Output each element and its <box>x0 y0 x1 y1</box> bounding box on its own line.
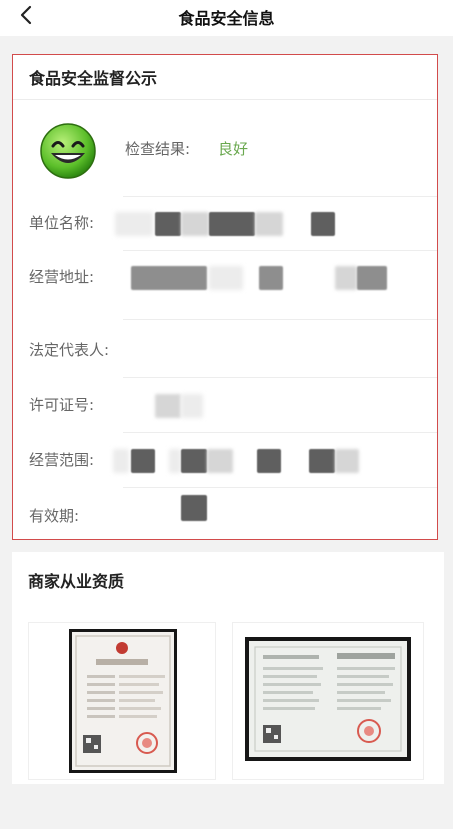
divider <box>123 487 437 488</box>
divider <box>123 250 437 251</box>
bottom-spacer <box>0 795 453 829</box>
food-permit-image <box>245 637 411 761</box>
smiling-face-icon <box>40 123 96 179</box>
validity-period-label: 有效期: <box>29 507 80 525</box>
business-license-thumbnail[interactable] <box>28 622 216 780</box>
food-permit-thumbnail[interactable] <box>232 622 424 780</box>
divider <box>123 432 437 433</box>
qualification-card-title: 商家从业资质 <box>28 572 125 591</box>
business-address-label: 经营地址: <box>29 268 95 286</box>
business-license-image <box>69 629 177 773</box>
navigation-bar: 食品安全信息 <box>0 0 453 36</box>
divider <box>123 319 437 320</box>
page-title: 食品安全信息 <box>178 9 275 28</box>
business-scope-label: 经营范围: <box>29 451 95 469</box>
license-number-label: 许可证号: <box>29 396 95 414</box>
supervision-card-title: 食品安全监督公示 <box>29 69 158 88</box>
divider <box>123 377 437 378</box>
inspection-result-value: 良好 <box>218 140 249 158</box>
merchant-qualification-card: 商家从业资质 <box>12 552 444 784</box>
inspection-result-label: 检查结果: <box>125 140 191 158</box>
divider <box>123 196 437 197</box>
divider <box>13 99 437 100</box>
unit-name-label: 单位名称: <box>29 214 95 232</box>
legal-representative-label: 法定代表人: <box>29 341 110 359</box>
food-safety-supervision-card: 食品安全监督公示 检查结果: 良好 单位名称: 经营地址: 法定代表人: 许可证… <box>12 54 438 540</box>
